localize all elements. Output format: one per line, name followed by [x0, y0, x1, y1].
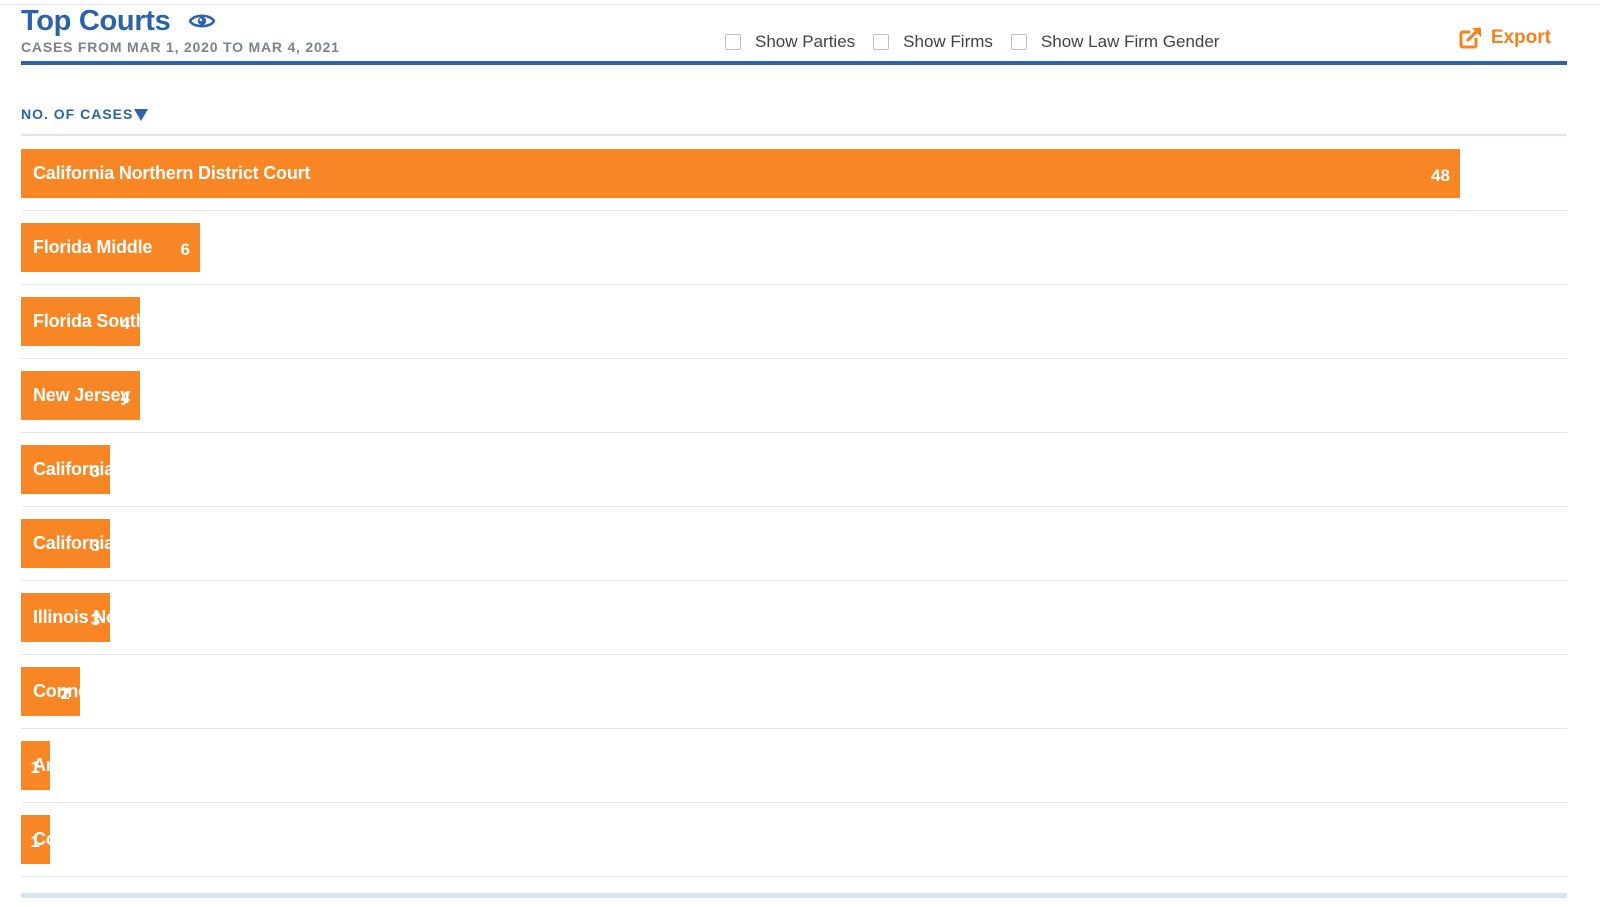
sort-label: NO. OF CASES	[21, 106, 134, 122]
export-label: Export	[1490, 27, 1551, 48]
date-range-subtitle: CASES FROM MAR 1, 2020 TO MAR 4, 2021	[21, 39, 340, 55]
bar[interactable]: Illinois Northern 3	[21, 593, 168, 642]
row-gridline	[21, 358, 1567, 359]
header-divider	[21, 61, 1567, 65]
bar[interactable]: California Northern District Court 48	[21, 149, 1460, 198]
bar-value-label: 1	[30, 832, 40, 851]
export-button[interactable]: Export	[1459, 26, 1551, 50]
bar-value-label: 48	[1431, 166, 1450, 185]
bar[interactable]: California Central 3	[21, 445, 180, 494]
show-law-firm-gender-label: Show Law Firm Gender	[1040, 32, 1220, 51]
bar-label: Florida Southern	[33, 311, 174, 331]
row-gridline	[21, 876, 1567, 877]
caret-down-icon	[134, 108, 149, 121]
bar-label: Colorado District	[33, 829, 176, 849]
bar-value-label: 1	[30, 758, 40, 777]
row-gridline	[21, 432, 1567, 433]
show-parties-label: Show Parties	[755, 32, 856, 51]
show-law-firm-gender-checkbox[interactable]	[1010, 34, 1027, 50]
bar[interactable]: Arkansas Eastern 1	[21, 741, 182, 790]
bar-value-label: 2	[60, 684, 70, 703]
bar-label: Arkansas Eastern	[33, 755, 182, 775]
bar-value-label: 4	[120, 388, 130, 407]
row-gridline	[21, 580, 1567, 581]
display-options: Show Parties Show Firms Show Law Firm Ge…	[725, 30, 1237, 54]
top-courts-bar-chart: California Northern District Court 48 Flor…	[21, 137, 1567, 889]
row-gridline	[21, 728, 1567, 729]
bar-value-label: 4	[120, 314, 130, 333]
title-group: Top Courts	[21, 4, 215, 38]
bar-label: Connecticut	[33, 681, 135, 701]
page-title: Top Courts	[21, 5, 171, 37]
show-parties-checkbox[interactable]	[725, 34, 741, 50]
bar-label: Florida Middle	[33, 237, 153, 257]
panel-header: Top Courts CASES FROM MAR 1, 2020 TO MAR…	[21, 0, 1567, 66]
bottom-divider	[21, 893, 1567, 898]
bar[interactable]: Florida Middle 6	[21, 223, 200, 272]
row-gridline	[21, 654, 1567, 655]
row-gridline	[21, 802, 1567, 803]
bar-label: California Central	[33, 459, 180, 479]
bar-label: New Jersey	[33, 385, 131, 405]
bar[interactable]: Connecticut 2	[21, 667, 135, 716]
bar-value-label: 6	[180, 240, 190, 259]
row-gridline	[21, 210, 1567, 211]
bar-value-label: 3	[90, 536, 100, 555]
row-gridline	[21, 506, 1567, 507]
bar-label: California	[33, 533, 115, 553]
column-header-divider	[21, 134, 1567, 136]
show-law-firm-gender-option[interactable]: Show Law Firm Gender	[1010, 30, 1220, 54]
show-firms-option[interactable]: Show Firms	[873, 30, 993, 54]
external-link-icon	[1459, 26, 1483, 50]
bar-label: California Northern District Court	[33, 163, 311, 183]
row-gridline	[21, 284, 1567, 285]
bar-label: Illinois Northern	[33, 607, 168, 627]
bar-value-label: 3	[90, 462, 100, 481]
show-firms-checkbox[interactable]	[873, 34, 890, 50]
bar[interactable]: California 3	[21, 519, 114, 568]
eye-icon[interactable]	[188, 12, 215, 30]
show-firms-label: Show Firms	[903, 32, 993, 51]
bar[interactable]: New Jersey 4	[21, 371, 140, 420]
bar[interactable]: Colorado District 1	[21, 815, 176, 864]
bar[interactable]: Florida Southern 4	[21, 297, 174, 346]
show-parties-option[interactable]: Show Parties	[725, 30, 855, 54]
bar-value-label: 3	[90, 610, 100, 629]
sort-by-cases-header[interactable]: NO. OF CASES	[21, 104, 149, 124]
